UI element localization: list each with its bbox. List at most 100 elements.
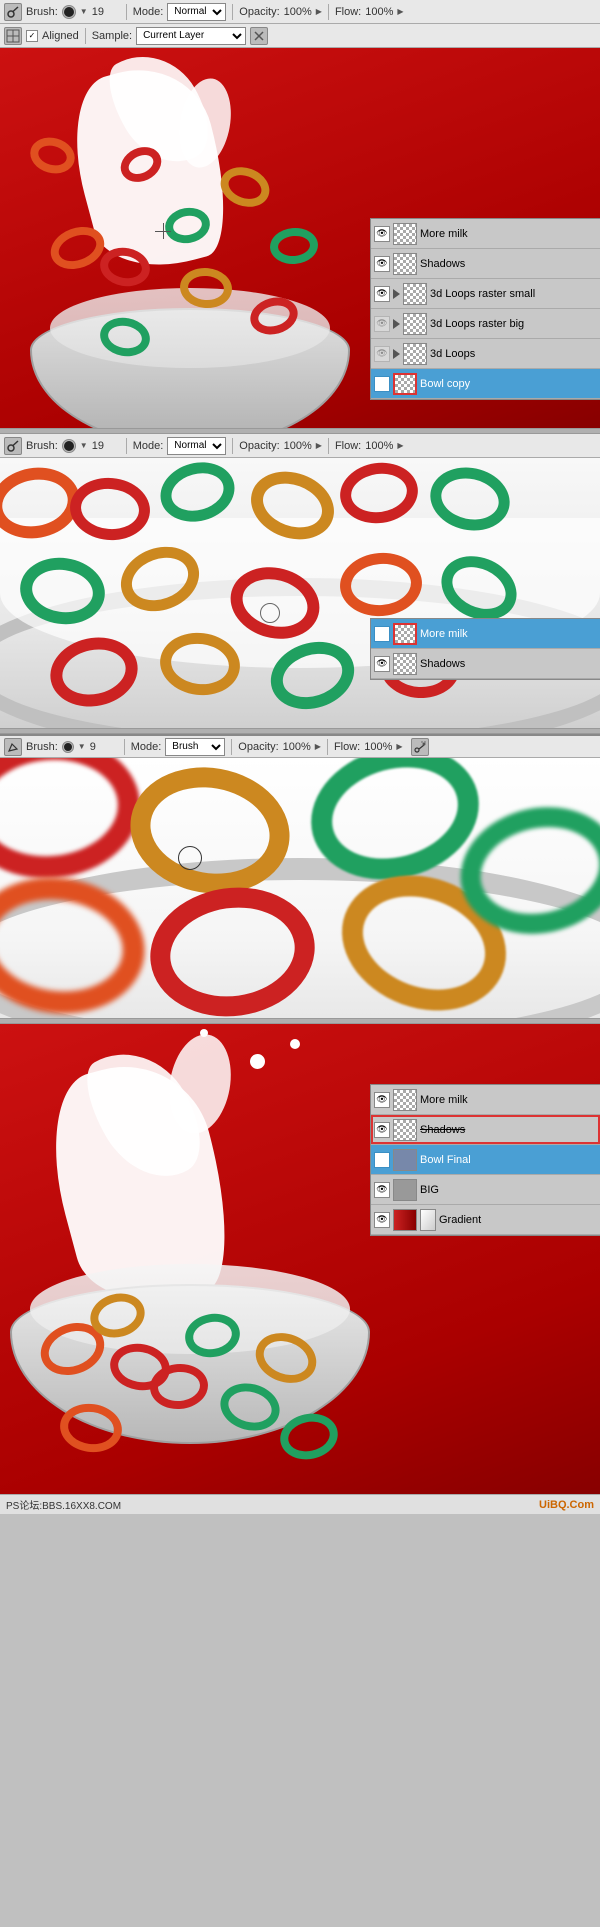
layer-eye-more-milk[interactable]: 👁 (374, 226, 390, 242)
brush-label-1b: Brush: (26, 440, 58, 452)
sep-3-2 (231, 739, 232, 755)
layer-thumb-4-bowl-final (393, 1149, 417, 1171)
flow-value-1b: 100% (365, 440, 393, 452)
canvas-section-2: 👁 More milk 👁 Shadows (0, 458, 600, 728)
separator-4 (85, 28, 86, 44)
opacity-label-1b: Opacity: (239, 440, 279, 452)
layer-thumb-4-more-milk (393, 1089, 417, 1111)
layer-thumb-shadows (393, 253, 417, 275)
layer-eye-4-gradient[interactable]: 👁 (374, 1212, 390, 1228)
brush-preview-1b[interactable] (62, 439, 76, 453)
layer-row-3d-loops-small[interactable]: 👁 3d Loops raster small (371, 279, 600, 309)
bottom-text: PS论坛:BBS.16XX8.COM (6, 1497, 121, 1512)
sep-1b-3 (328, 438, 329, 454)
layer-thumb-more-milk (393, 223, 417, 245)
flow-arrow-3[interactable]: ▶ (396, 742, 402, 751)
bottom-bar: PS论坛:BBS.16XX8.COM UiBQ.Com (0, 1494, 600, 1514)
sample-select[interactable]: Current Layer (136, 27, 246, 45)
brush-preview-3[interactable] (62, 741, 74, 753)
layer-triangle-big (393, 319, 400, 329)
sep-3-3 (327, 739, 328, 755)
layer-eye-2-shadows[interactable]: 👁 (374, 656, 390, 672)
layer-row-4-big[interactable]: 👁 BIG (371, 1175, 600, 1205)
mode-label: Mode: (133, 6, 164, 18)
layer-eye-4-bowl-final[interactable]: 👁 (374, 1152, 390, 1168)
brush-dropdown-arrow[interactable]: ▼ (80, 7, 88, 16)
layer-row-4-gradient[interactable]: 👁 Gradient (371, 1205, 600, 1235)
mode-select-3[interactable]: Brush (165, 738, 225, 756)
brush-size-1b: 19 (92, 440, 120, 452)
spray-icon[interactable] (411, 738, 429, 756)
flow-arrow[interactable]: ▶ (397, 7, 403, 16)
aligned-checkbox[interactable]: ✓ (26, 30, 38, 42)
layer-row-4-shadows[interactable]: 👁 Shadows (371, 1115, 600, 1145)
opacity-arrow-1b[interactable]: ▶ (316, 441, 322, 450)
layer-row-2-shadows[interactable]: 👁 Shadows (371, 649, 600, 679)
flow-arrow-1b[interactable]: ▶ (397, 441, 403, 450)
opacity-value-3: 100% (283, 741, 311, 753)
layer-eye-bowl-copy[interactable]: 👁 (374, 376, 390, 392)
opacity-label-3: Opacity: (238, 741, 278, 753)
brush-size-3: 9 (90, 741, 118, 753)
layer-eye-3d-loops[interactable]: 👁 (374, 346, 390, 362)
canvas-1[interactable]: 👁 More milk 👁 Shadows 👁 3d Loops raster … (0, 48, 600, 428)
layer-eye-3d-loops-small[interactable]: 👁 (374, 286, 390, 302)
brush-size-value: 19 (92, 6, 120, 18)
layer-thumb-3d-loops-small (403, 283, 427, 305)
tool-icon-3[interactable] (4, 738, 22, 756)
layer-row-shadows[interactable]: 👁 Shadows (371, 249, 600, 279)
layer-row-4-bowl-final[interactable]: 👁 Bowl Final (371, 1145, 600, 1175)
layer-name-3d-loops-small: 3d Loops raster small (430, 288, 597, 300)
flow-label-3: Flow: (334, 741, 360, 753)
flow-label-1b: Flow: (335, 440, 361, 452)
layer-eye-3d-loops-big[interactable]: 👁 (374, 316, 390, 332)
layer-row-3d-loops[interactable]: 👁 3d Loops (371, 339, 600, 369)
layer-triangle-3d (393, 349, 400, 359)
toolbar-2: ✓ Aligned Sample: Current Layer (0, 24, 600, 48)
layer-eye-shadows[interactable]: 👁 (374, 256, 390, 272)
layer-name-more-milk: More milk (420, 228, 597, 240)
layer-mask-4-gradient (420, 1209, 436, 1231)
canvas-4[interactable]: 👁 More milk 👁 Shadows 👁 Bowl Final 👁 (0, 1024, 600, 1494)
layer-row-4-more-milk[interactable]: 👁 More milk (371, 1085, 600, 1115)
layer-name-4-gradient: Gradient (439, 1214, 597, 1226)
sep-3-1 (124, 739, 125, 755)
bottom-logo: UiBQ.Com (539, 1499, 594, 1511)
sep-1b-2 (232, 438, 233, 454)
layer-row-2-more-milk[interactable]: 👁 More milk (371, 619, 600, 649)
separator-2 (232, 4, 233, 20)
canvas-3[interactable] (0, 758, 600, 1018)
separator-1 (126, 4, 127, 20)
mode-label-1b: Mode: (133, 440, 164, 452)
canvas-2[interactable]: 👁 More milk 👁 Shadows (0, 458, 600, 728)
mode-label-3: Mode: (131, 741, 162, 753)
layer-name-4-bowl-final: Bowl Final (420, 1154, 597, 1166)
layer-name-2-shadows: Shadows (420, 658, 597, 670)
tool-icon-1b[interactable] (4, 437, 22, 455)
brush-preview[interactable] (62, 5, 76, 19)
flow-label: Flow: (335, 6, 361, 18)
canvas-section-1: 👁 More milk 👁 Shadows 👁 3d Loops raster … (0, 48, 600, 428)
layer-eye-4-shadows[interactable]: 👁 (374, 1122, 390, 1138)
opacity-arrow[interactable]: ▶ (316, 7, 322, 16)
sample-label: Sample: (92, 30, 132, 42)
layer-thumb-bowl-copy (393, 373, 417, 395)
layer-eye-4-more-milk[interactable]: 👁 (374, 1092, 390, 1108)
sample-extra-icon[interactable] (250, 27, 268, 45)
mode-select[interactable]: Normal (167, 3, 226, 21)
layer-row-bowl-copy[interactable]: 👁 Bowl copy (371, 369, 600, 399)
layer-thumb-2-shadows (393, 653, 417, 675)
layer-thumb-2-more-milk (393, 623, 417, 645)
layer-eye-4-big[interactable]: 👁 (374, 1182, 390, 1198)
layer-name-3d-loops-big: 3d Loops raster big (430, 318, 597, 330)
tool-icon-2[interactable] (4, 27, 22, 45)
tool-icon-1[interactable] (4, 3, 22, 21)
mode-select-1b[interactable]: Normal (167, 437, 226, 455)
opacity-arrow-3[interactable]: ▶ (315, 742, 321, 751)
layers-panel-4: 👁 More milk 👁 Shadows 👁 Bowl Final 👁 (370, 1084, 600, 1236)
layer-eye-2-more-milk[interactable]: 👁 (374, 626, 390, 642)
brush-dropdown-arrow-3[interactable]: ▼ (78, 742, 86, 751)
layer-row-more-milk[interactable]: 👁 More milk (371, 219, 600, 249)
brush-dropdown-arrow-1b[interactable]: ▼ (80, 441, 88, 450)
layer-row-3d-loops-big[interactable]: 👁 3d Loops raster big (371, 309, 600, 339)
